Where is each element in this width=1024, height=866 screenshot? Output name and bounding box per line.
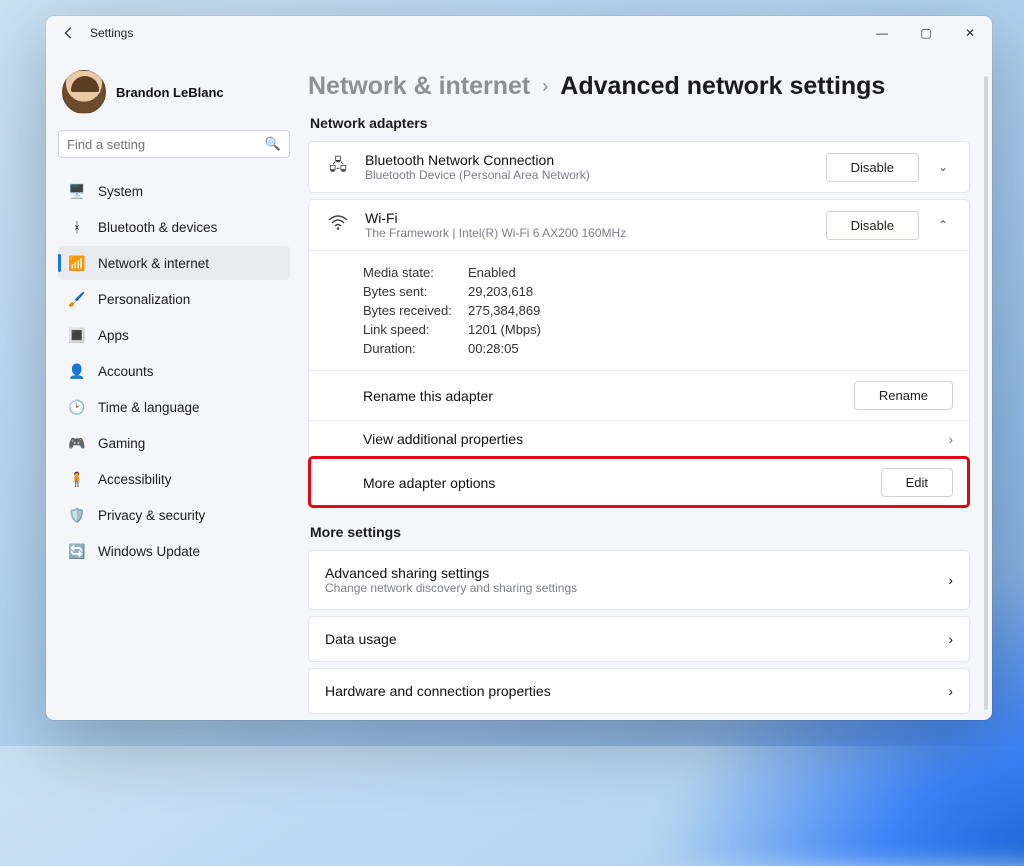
avatar [62,70,106,114]
section-title-adapters: Network adapters [310,115,970,131]
chevron-down-icon[interactable]: ⌄ [933,160,953,174]
adapter-wifi-title: Wi-Fi [365,210,812,226]
rename-adapter-row: Rename this adapter Rename [309,370,969,420]
sidebar-item-personalization[interactable]: 🖌️ Personalization [58,282,290,316]
main-content: Network & internet › Advanced network se… [302,50,992,720]
sidebar-item-system[interactable]: 🖥️ System [58,174,290,208]
nav-icon: 🔄 [68,542,86,560]
chevron-right-icon: › [948,631,953,647]
sidebar-item-accounts[interactable]: 👤 Accounts [58,354,290,388]
advanced-sharing-row[interactable]: Advanced sharing settings Change network… [308,550,970,610]
nav-icon: 🖥️ [68,182,86,200]
minimize-button[interactable]: — [860,18,904,48]
chevron-up-icon[interactable]: ⌃ [933,218,953,232]
view-properties-row[interactable]: View additional properties › [309,420,969,457]
nav-icon: ᚼ [68,218,86,236]
nav-label: Privacy & security [98,508,205,523]
disable-button[interactable]: Disable [826,153,919,182]
chevron-right-icon: › [948,572,953,588]
sidebar-item-apps[interactable]: 🔳 Apps [58,318,290,352]
breadcrumb: Network & internet › Advanced network se… [308,72,970,101]
search-box[interactable]: 🔍 [58,130,290,158]
sidebar-item-time-language[interactable]: 🕑 Time & language [58,390,290,424]
titlebar: Settings — ▢ ✕ [46,16,992,50]
settings-window: Settings — ▢ ✕ Brandon LeBlanc 🔍 🖥️ Syste… [46,16,992,720]
chevron-right-icon: › [542,76,548,97]
wifi-icon [325,215,351,236]
nav-label: Gaming [98,436,145,451]
sidebar-item-network-internet[interactable]: 📶 Network & internet [58,246,290,280]
adapter-wifi-header[interactable]: Wi-Fi The Framework | Intel(R) Wi-Fi 6 A… [309,200,969,250]
hardware-props-row[interactable]: Hardware and connection properties › [308,668,970,714]
bluetooth-icon: 🖧 [325,154,351,181]
nav-icon: 🛡️ [68,506,86,524]
adapter-wifi-sub: The Framework | Intel(R) Wi-Fi 6 AX200 1… [365,226,812,240]
nav-label: Accounts [98,364,154,379]
chevron-right-icon: › [949,432,953,447]
breadcrumb-parent[interactable]: Network & internet [308,72,530,101]
user-name: Brandon LeBlanc [116,85,224,100]
scrollbar[interactable] [984,76,988,710]
sidebar-item-windows-update[interactable]: 🔄 Windows Update [58,534,290,568]
nav-icon: 📶 [68,254,86,272]
search-input[interactable] [67,137,257,152]
disable-button[interactable]: Disable [826,211,919,240]
app-title: Settings [90,26,133,40]
sidebar-item-accessibility[interactable]: 🧍 Accessibility [58,462,290,496]
page-title: Advanced network settings [560,72,885,101]
nav-icon: 🖌️ [68,290,86,308]
nav-label: Time & language [98,400,200,415]
edit-button[interactable]: Edit [881,468,953,497]
nav-label: Personalization [98,292,190,307]
data-usage-row[interactable]: Data usage › [308,616,970,662]
sidebar-item-privacy-security[interactable]: 🛡️ Privacy & security [58,498,290,532]
maximize-button[interactable]: ▢ [904,18,948,48]
sidebar-item-bluetooth-devices[interactable]: ᚼ Bluetooth & devices [58,210,290,244]
sidebar-item-gaming[interactable]: 🎮 Gaming [58,426,290,460]
more-adapter-options-row[interactable]: More adapter options Edit [309,457,969,507]
nav-icon: 🔳 [68,326,86,344]
nav-label: Bluetooth & devices [98,220,217,235]
nav-label: Network & internet [98,256,209,271]
back-button[interactable] [54,18,84,48]
adapter-bluetooth[interactable]: 🖧 Bluetooth Network Connection Bluetooth… [308,141,970,193]
adapter-wifi: Wi-Fi The Framework | Intel(R) Wi-Fi 6 A… [308,199,970,508]
close-button[interactable]: ✕ [948,18,992,48]
search-icon: 🔍 [265,136,281,152]
rename-button[interactable]: Rename [854,381,953,410]
nav-list: 🖥️ System ᚼ Bluetooth & devices 📶 Network & i… [58,174,290,568]
user-profile[interactable]: Brandon LeBlanc [58,64,290,130]
window-controls: — ▢ ✕ [860,18,992,48]
nav-icon: 👤 [68,362,86,380]
adapter-bluetooth-title: Bluetooth Network Connection [365,152,812,168]
nav-label: Accessibility [98,472,172,487]
nav-icon: 🕑 [68,398,86,416]
nav-label: System [98,184,143,199]
adapter-bluetooth-sub: Bluetooth Device (Personal Area Network) [365,168,812,182]
chevron-right-icon: › [948,683,953,699]
wifi-details: Media state:Enabled Bytes sent:29,203,61… [309,251,969,370]
nav-label: Windows Update [98,544,200,559]
nav-label: Apps [98,328,129,343]
nav-icon: 🎮 [68,434,86,452]
sidebar: Brandon LeBlanc 🔍 🖥️ System ᚼ Bluetooth & d… [46,50,302,720]
nav-icon: 🧍 [68,470,86,488]
section-title-more: More settings [310,524,970,540]
